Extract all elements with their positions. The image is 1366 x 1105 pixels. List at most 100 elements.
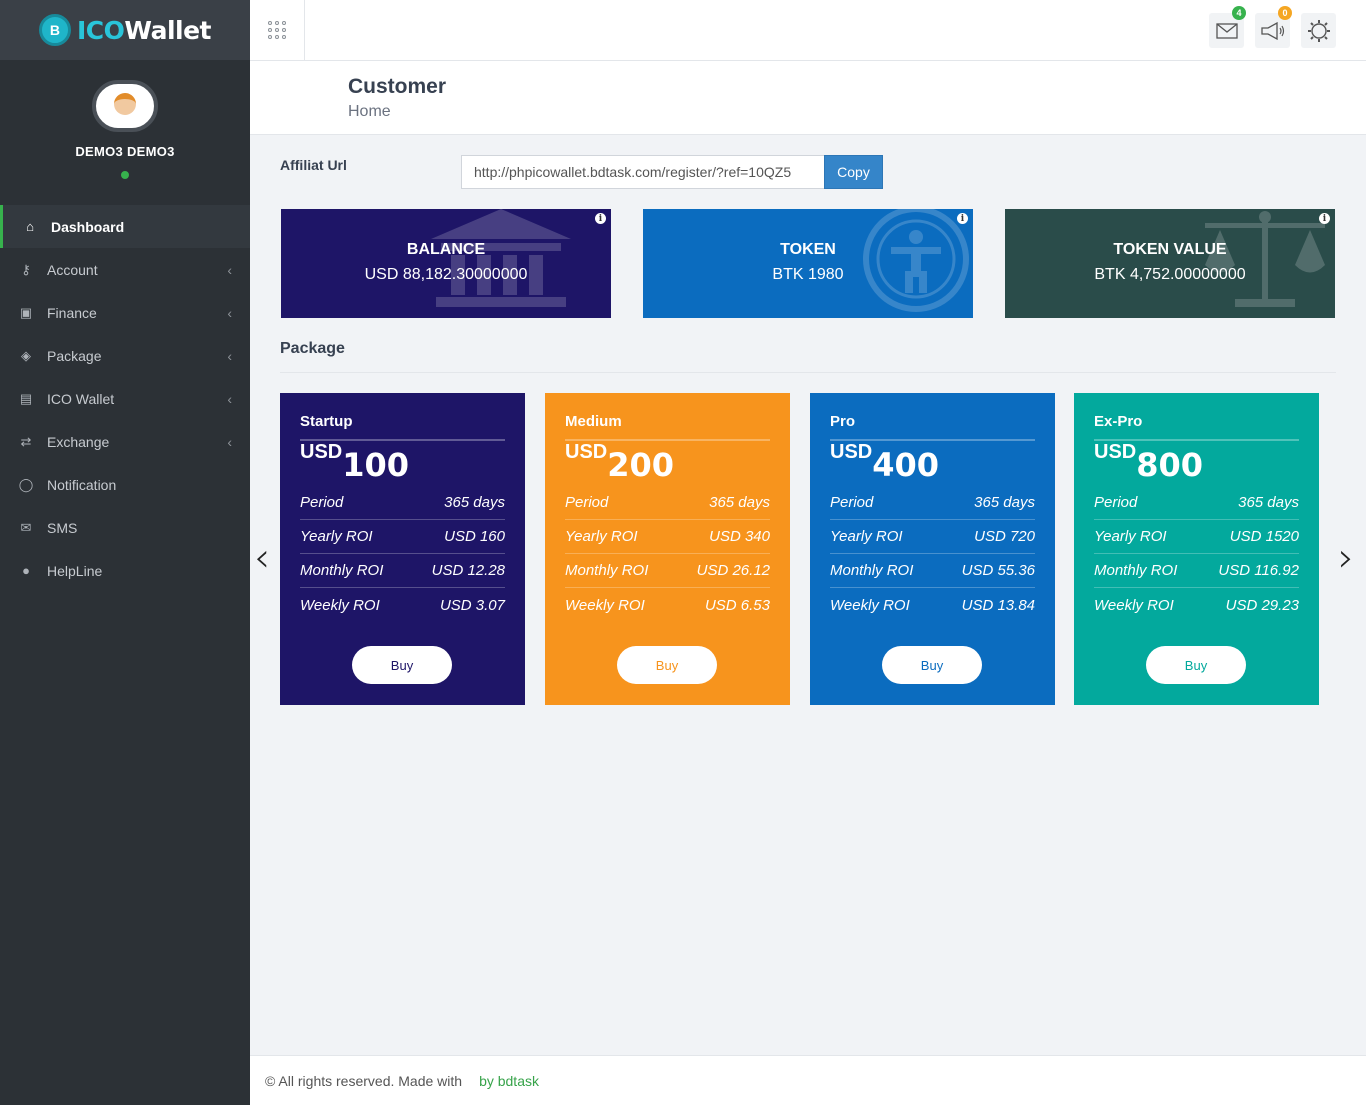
chat-icon: ● — [22, 563, 30, 578]
package-price: USD 100 — [300, 441, 410, 484]
announcements-button[interactable]: 0 — [1255, 6, 1292, 48]
package-row: Weekly ROI USD 13.84 — [830, 596, 1035, 614]
carousel-next-button[interactable]: › — [1338, 535, 1354, 581]
chevron-left-icon: ‹ — [227, 261, 232, 278]
stat-value: BTK 4,752.00000000 — [1094, 266, 1246, 283]
package-card-ex-pro: Ex-Pro USD 800 Period 365 days Yearly ROI U… — [1074, 393, 1319, 705]
logo-text: ICOWallet — [76, 15, 212, 45]
package-price: USD 800 — [1094, 441, 1204, 484]
chevron-left-icon: ‹ — [227, 390, 232, 407]
sidebar-item-ico-wallet[interactable]: ▤ ICO Wallet ‹ — [0, 377, 250, 420]
announcements-badge: 0 — [1278, 6, 1292, 20]
package-row: Weekly ROI USD 29.23 — [1094, 596, 1299, 614]
package-row: Weekly ROI USD 3.07 — [300, 596, 505, 614]
package-row: Weekly ROI USD 6.53 — [565, 596, 770, 614]
chevron-left-icon: ‹ — [227, 304, 232, 321]
money-icon: ▣ — [19, 304, 33, 320]
envelope-icon: ✉ — [20, 519, 32, 535]
info-icon[interactable]: i — [595, 213, 606, 224]
breadcrumb[interactable]: Home — [348, 103, 391, 121]
package-price: USD 200 — [565, 441, 675, 484]
buy-button[interactable]: Buy — [617, 646, 717, 684]
user-name: DEMO3 DEMO3 — [75, 144, 175, 159]
footer: © All rights reserved. Made with by bdta… — [250, 1055, 1366, 1105]
avatar[interactable] — [92, 80, 158, 132]
logo[interactable]: B ICOWallet — [0, 0, 250, 60]
sidebar-item-finance[interactable]: ▣ Finance ‹ — [0, 291, 250, 334]
package-heading: Package — [280, 340, 345, 357]
package-price: USD 400 — [830, 441, 940, 484]
megaphone-icon — [1260, 21, 1284, 40]
chevron-left-icon: ‹ — [227, 433, 232, 450]
footer-brand-link[interactable]: by bdtask — [479, 1073, 539, 1089]
messages-button[interactable]: 4 — [1209, 6, 1246, 48]
sidebar-item-dashboard[interactable]: ⌂ Dashboard — [0, 205, 250, 248]
topbar-actions: 4 0 — [1209, 6, 1336, 48]
buy-button[interactable]: Buy — [1146, 646, 1246, 684]
token-value-card: i TOKEN VALUE BTK 4,752.00000000 — [1005, 209, 1335, 318]
settings-button[interactable] — [1301, 13, 1336, 48]
grid-icon — [268, 21, 286, 39]
messages-badge: 4 — [1232, 6, 1246, 20]
sidebar-item-notification[interactable]: ◯ Notification — [0, 463, 250, 506]
sidebar-item-helpline[interactable]: ● HelpLine — [0, 549, 250, 592]
balance-scale-icon — [1205, 211, 1325, 307]
package-row: Yearly ROI USD 340 — [565, 520, 770, 554]
package-row: Yearly ROI USD 160 — [300, 520, 505, 554]
copy-button[interactable]: Copy — [824, 155, 883, 189]
sidebar-menu: ⌂ Dashboard ⚷ Account ‹ ▣ Finance ‹ ◈ Pa… — [0, 205, 250, 592]
package-row: Monthly ROI USD 55.36 — [830, 554, 1035, 588]
stat-title: TOKEN — [780, 241, 836, 258]
package-card-startup: Startup USD 100 Period 365 days Yearly ROI… — [280, 393, 525, 705]
package-name: Pro — [830, 413, 856, 430]
package-row: Yearly ROI USD 1520 — [1094, 520, 1299, 554]
topbar: 4 0 — [250, 0, 1366, 61]
box-icon: ◈ — [21, 347, 31, 363]
bank-icon — [431, 209, 571, 307]
page-header: Customer Home — [250, 61, 1366, 135]
footer-text: © All rights reserved. Made with — [265, 1072, 463, 1089]
apps-grid-button[interactable] — [250, 0, 305, 60]
sidebar-item-sms[interactable]: ✉ SMS — [0, 506, 250, 549]
affiliate-url-input[interactable] — [461, 155, 825, 189]
info-icon[interactable]: i — [1319, 213, 1330, 224]
chevron-left-icon: ‹ — [227, 347, 232, 364]
user-profile: DEMO3 DEMO3 — [0, 60, 250, 205]
exchange-icon: ⇄ — [20, 433, 32, 449]
gear-icon — [1307, 19, 1330, 42]
sidebar: B ICOWallet DEMO3 DEMO3 ⌂ Dashboard ⚷ Ac… — [0, 0, 250, 1105]
page-title: Customer — [348, 75, 447, 98]
package-row: Period 365 days — [830, 486, 1035, 520]
buy-button[interactable]: Buy — [882, 646, 982, 684]
envelope-icon — [1215, 22, 1238, 39]
id-card-icon: ▤ — [19, 390, 33, 406]
package-card-pro: Pro USD 400 Period 365 days Yearly ROI USD … — [810, 393, 1055, 705]
stat-title: BALANCE — [406, 241, 486, 258]
info-icon[interactable]: i — [957, 213, 968, 224]
key-icon: ⚷ — [21, 261, 31, 277]
package-row: Period 365 days — [1094, 486, 1299, 520]
token-card: i TOKEN BTK 1980 — [643, 209, 973, 318]
stat-value: BTK 1980 — [772, 266, 844, 283]
package-row: Monthly ROI USD 116.92 — [1094, 554, 1299, 588]
balance-card: i BALANCE USD 88,182.30000000 — [281, 209, 611, 318]
accessibility-icon — [863, 209, 969, 312]
package-name: Ex-Pro — [1094, 413, 1143, 430]
divider — [280, 372, 1336, 373]
comment-icon: ◯ — [18, 476, 34, 492]
coin-logo-icon: B — [38, 14, 71, 46]
sidebar-item-exchange[interactable]: ⇄ Exchange ‹ — [0, 420, 250, 463]
carousel-prev-button[interactable]: ‹ — [254, 535, 270, 581]
buy-button[interactable]: Buy — [352, 646, 452, 684]
package-card-medium: Medium USD 200 Period 365 days Yearly ROI U… — [545, 393, 790, 705]
affiliate-url-label: Affiliat Url — [280, 157, 347, 173]
sidebar-item-package[interactable]: ◈ Package ‹ — [0, 334, 250, 377]
package-name: Startup — [300, 413, 353, 430]
package-row: Yearly ROI USD 720 — [830, 520, 1035, 554]
online-status-dot — [121, 171, 129, 179]
stat-title: TOKEN VALUE — [1113, 241, 1227, 258]
package-row: Monthly ROI USD 12.28 — [300, 554, 505, 588]
home-icon: ⌂ — [26, 219, 34, 234]
sidebar-item-account[interactable]: ⚷ Account ‹ — [0, 248, 250, 291]
package-row: Monthly ROI USD 26.12 — [565, 554, 770, 588]
